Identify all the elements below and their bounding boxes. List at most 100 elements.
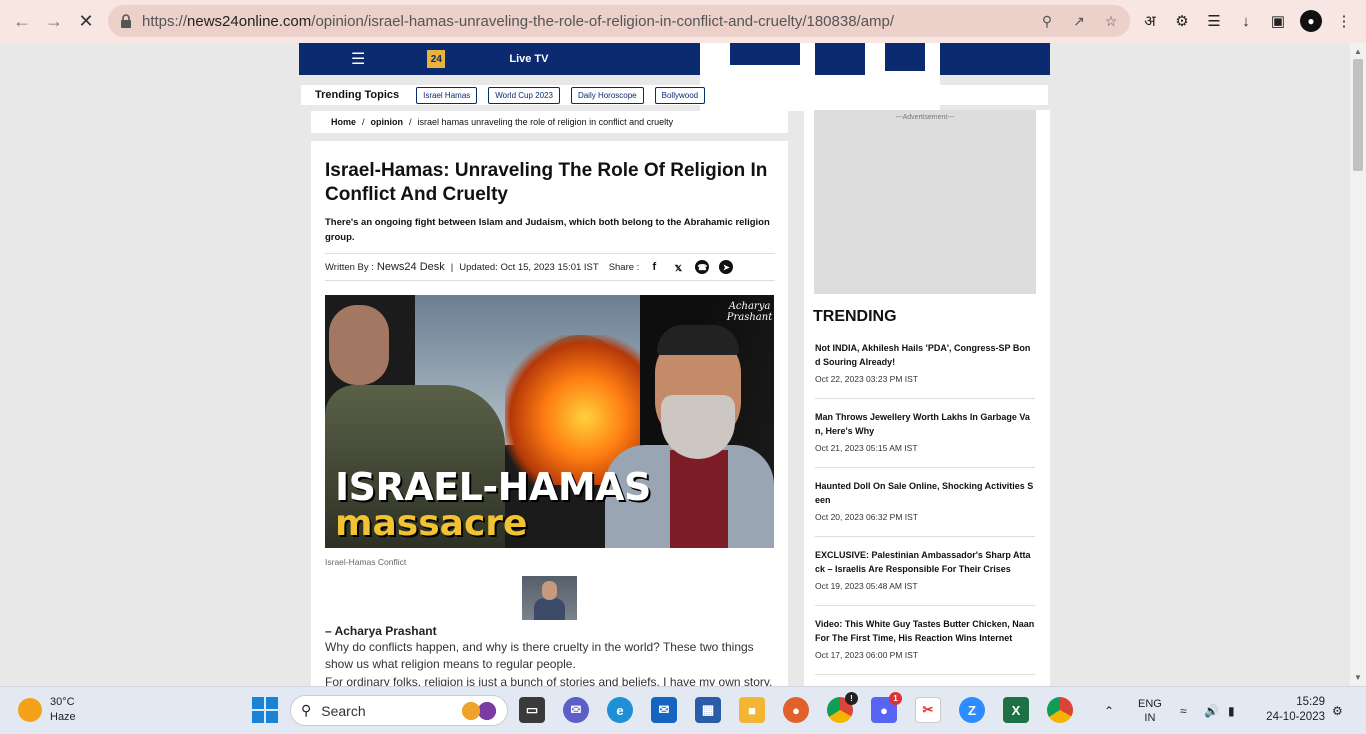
show-hidden-icons-chevron-icon[interactable]: ⌃ bbox=[1104, 687, 1114, 734]
system-clock[interactable]: 15:29 24-10-2023 bbox=[1255, 695, 1325, 725]
trending-item[interactable]: Man Throws Jewellery Worth Lakhs In Garb… bbox=[815, 410, 1035, 468]
zoom-app-icon[interactable]: Z bbox=[959, 697, 985, 723]
image-caption: Israel-Hamas Conflict bbox=[325, 557, 407, 567]
clock-date: 24-10-2023 bbox=[1266, 711, 1325, 723]
topic-world-cup[interactable]: World Cup 2023 bbox=[488, 86, 560, 104]
teams-chat-icon[interactable]: ✉ bbox=[563, 697, 589, 723]
stop-loading-icon[interactable]: ✕ bbox=[70, 6, 102, 38]
side-panel-icon[interactable]: ▣ bbox=[1268, 11, 1288, 31]
lock-icon[interactable] bbox=[120, 14, 134, 28]
live-tv-link[interactable]: Live TV bbox=[509, 53, 548, 65]
bookmark-star-icon[interactable]: ☆ bbox=[1102, 12, 1120, 30]
profile-avatar-icon[interactable]: ● bbox=[1300, 10, 1322, 32]
menu-kebab-icon[interactable]: ⋮ bbox=[1334, 11, 1354, 31]
breadcrumb: Home / opinion / israel hamas unraveling… bbox=[311, 111, 788, 133]
trending-item-title[interactable]: Man Throws Jewellery Worth Lakhs In Garb… bbox=[815, 410, 1035, 438]
language-indicator[interactable]: ENG IN bbox=[1138, 687, 1162, 734]
breadcrumb-opinion[interactable]: opinion bbox=[371, 117, 404, 127]
trending-item-title[interactable]: Video: This White Guy Tastes Butter Chic… bbox=[815, 617, 1035, 645]
breadcrumb-home[interactable]: Home bbox=[331, 117, 356, 127]
taskbar-search[interactable]: ⚲ Search bbox=[290, 695, 508, 726]
twitter-icon[interactable]: 𝕩 bbox=[671, 260, 685, 274]
search-icon: ⚲ bbox=[301, 702, 312, 718]
scroll-up-arrow-icon[interactable]: ▲ bbox=[1354, 47, 1362, 56]
chrome-icon[interactable]: ! bbox=[827, 692, 858, 723]
forward-arrow-icon[interactable]: → bbox=[38, 6, 70, 38]
battery-icon[interactable]: ▮ bbox=[1228, 687, 1235, 734]
windows-start-icon[interactable] bbox=[252, 697, 278, 723]
telegram-icon[interactable]: ➤ bbox=[719, 260, 734, 274]
vertical-scrollbar[interactable]: ▲ ▼ bbox=[1350, 43, 1366, 686]
discord-notification-badge: 1 bbox=[889, 692, 902, 705]
haze-weather-icon bbox=[18, 698, 42, 722]
trending-topics-label: Trending Topics bbox=[315, 89, 400, 101]
scroll-down-arrow-icon[interactable]: ▼ bbox=[1354, 673, 1362, 682]
author-link[interactable]: News24 Desk bbox=[377, 261, 445, 273]
trending-item-title[interactable]: Not INDIA, Akhilesh Hails 'PDA', Congres… bbox=[815, 341, 1035, 369]
volume-icon[interactable]: 🔊 bbox=[1204, 687, 1219, 734]
whatsapp-icon[interactable]: ☎ bbox=[695, 260, 710, 274]
edge-browser-icon[interactable]: e bbox=[607, 697, 633, 723]
article-headline: Israel-Hamas: Unraveling The Role Of Rel… bbox=[325, 160, 768, 205]
trending-item[interactable]: Haunted Doll On Sale Online, Shocking Ac… bbox=[815, 479, 1035, 537]
scrollbar-thumb[interactable] bbox=[1353, 59, 1363, 171]
chrome-alert-badge: ! bbox=[845, 692, 858, 705]
trending-item[interactable]: EXCLUSIVE: Palestinian Ambassador's Shar… bbox=[815, 548, 1035, 606]
news24-logo[interactable]: 24 bbox=[427, 50, 446, 68]
language-code: ENG bbox=[1138, 698, 1162, 710]
task-view-icon[interactable]: ▭ bbox=[519, 697, 545, 723]
download-icon[interactable]: ↓ bbox=[1236, 11, 1256, 31]
url-text[interactable]: https://news24online.com/opinion/israel-… bbox=[142, 13, 894, 30]
file-explorer-icon[interactable]: ■ bbox=[739, 697, 765, 723]
article-summary: There's an ongoing fight between Islam a… bbox=[325, 217, 770, 243]
address-bar[interactable]: https://news24online.com/opinion/israel-… bbox=[108, 5, 1130, 37]
zoom-icon[interactable]: ⚲ bbox=[1038, 12, 1056, 30]
media-queue-icon[interactable]: ☰ bbox=[1204, 11, 1224, 31]
mail-icon[interactable]: ✉ bbox=[651, 697, 677, 723]
written-by-label: Written By : bbox=[325, 261, 374, 273]
advertisement-slot[interactable]: ---Advertisement--- bbox=[814, 110, 1036, 294]
trending-item-date: Oct 17, 2023 06:00 PM IST bbox=[815, 650, 919, 660]
topic-israel-hamas[interactable]: Israel Hamas bbox=[416, 86, 478, 104]
hero-signature: Acharya Prashant bbox=[726, 301, 773, 323]
facebook-icon[interactable]: f bbox=[647, 260, 661, 274]
extensions-puzzle-icon[interactable]: ⚙ bbox=[1172, 11, 1192, 31]
trending-item[interactable]: Not INDIA, Akhilesh Hails 'PDA', Congres… bbox=[815, 341, 1035, 399]
translate-extension-icon[interactable]: अ bbox=[1140, 11, 1160, 31]
microsoft-store-icon[interactable]: ▦ bbox=[695, 697, 721, 723]
notification-center-icon[interactable]: ⚙ bbox=[1332, 687, 1343, 734]
hamburger-menu-icon[interactable]: ☰ bbox=[351, 49, 365, 69]
share-page-icon[interactable]: ↗ bbox=[1070, 12, 1088, 30]
weather-widget[interactable]: 30°C Haze bbox=[18, 695, 76, 725]
weather-temperature: 30°C bbox=[50, 696, 75, 708]
hero-image: Acharya Prashant ISRAEL-HAMAS massacre bbox=[325, 295, 774, 548]
article-paragraph: Why do conflicts happen, and why is ther… bbox=[325, 640, 754, 671]
clock-time: 15:29 bbox=[1296, 696, 1325, 708]
trending-item-date: Oct 22, 2023 03:23 PM IST bbox=[815, 374, 919, 384]
wifi-icon[interactable]: ≈ bbox=[1180, 687, 1187, 734]
excel-icon[interactable]: X bbox=[1003, 697, 1029, 723]
trending-item-title[interactable]: EXCLUSIVE: Palestinian Ambassador's Shar… bbox=[815, 548, 1035, 576]
discord-icon[interactable]: ● 1 bbox=[871, 692, 902, 723]
breadcrumb-current: israel hamas unraveling the role of reli… bbox=[417, 117, 674, 127]
hero-title-line2: massacre bbox=[335, 503, 528, 544]
trending-item-title[interactable]: Haunted Doll On Sale Online, Shocking Ac… bbox=[815, 479, 1035, 507]
page-viewport: ☰ 24 Live TV Trending Topics Israel Hama… bbox=[0, 43, 1350, 686]
firefox-icon[interactable]: ● bbox=[783, 697, 809, 723]
back-arrow-icon[interactable]: ← bbox=[6, 6, 38, 38]
article-byline: Written By : News24 Desk | Updated: Oct … bbox=[325, 253, 775, 281]
share-label: Share : bbox=[608, 261, 640, 273]
snipping-tool-icon[interactable]: ✂ bbox=[915, 697, 941, 723]
opinion-author-name: – Acharya Prashant bbox=[325, 624, 437, 638]
region-code: IN bbox=[1144, 712, 1156, 724]
chrome-profile-icon[interactable] bbox=[1047, 697, 1073, 723]
trending-topics-bar: Trending Topics Israel Hamas World Cup 2… bbox=[301, 85, 1048, 105]
updated-timestamp: Updated: Oct 15, 2023 15:01 IST bbox=[459, 261, 599, 273]
weather-condition: Haze bbox=[50, 711, 76, 723]
advertisement-label: ---Advertisement--- bbox=[895, 114, 955, 121]
topic-bollywood[interactable]: Bollywood bbox=[654, 86, 706, 104]
trending-item[interactable]: Video: This White Guy Tastes Butter Chic… bbox=[815, 617, 1035, 675]
windows-taskbar: 30°C Haze ⚲ Search ▭ ✉ e ✉ ▦ ■ ● ! ● 1 ✂… bbox=[0, 686, 1366, 734]
topic-daily-horoscope[interactable]: Daily Horoscope bbox=[570, 86, 644, 104]
trending-title: TRENDING bbox=[813, 308, 897, 325]
